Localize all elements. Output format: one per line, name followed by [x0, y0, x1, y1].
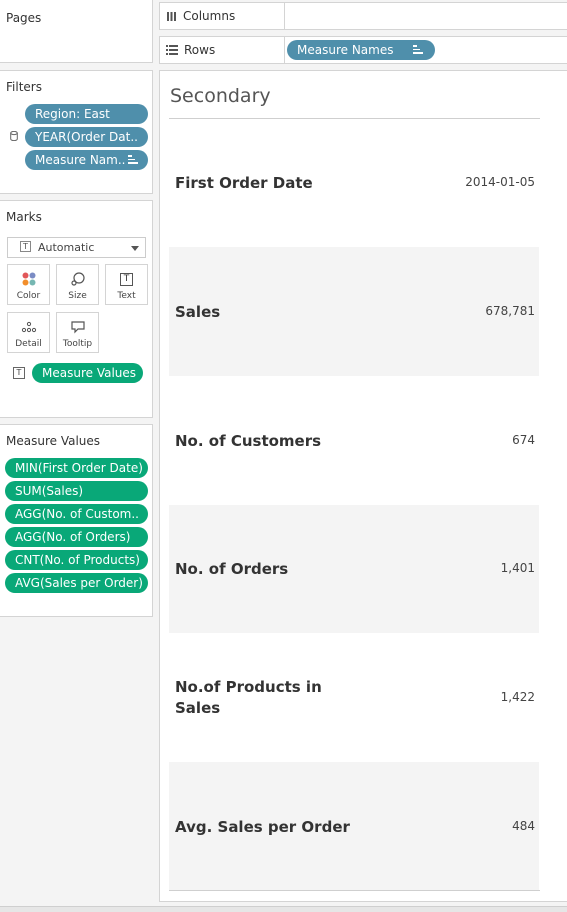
columns-shelf-divider [284, 3, 285, 29]
rows-shelf-divider [284, 37, 285, 63]
rows-measure-names-pill[interactable]: Measure Names [287, 40, 435, 60]
measure-value-pill[interactable]: AGG(No. of Custom.. [5, 504, 148, 524]
row-label: First Order Date [175, 174, 313, 192]
measure-values-title: Measure Values [6, 434, 101, 448]
row-value: 484 [512, 819, 535, 833]
measure-value-label: SUM(Sales) [15, 484, 84, 498]
size-label: Size [68, 291, 87, 301]
rows-label: Rows [184, 43, 216, 57]
row-label: No. of Orders [175, 560, 289, 578]
pages-title: Pages [6, 11, 42, 25]
measure-value-label: AVG(Sales per Order) [15, 576, 143, 590]
measure-value-label: MIN(First Order Date) [15, 461, 143, 475]
rows-shelf[interactable]: Rows Measure Names [159, 36, 567, 64]
tooltip-button[interactable]: Tooltip [56, 312, 99, 353]
measure-value-pill[interactable]: SUM(Sales) [5, 481, 148, 501]
rows-icon [166, 45, 178, 55]
measure-value-pill[interactable]: MIN(First Order Date) [5, 458, 148, 478]
filter-region-label: Region: East [35, 107, 110, 121]
filter-year-label: YEAR(Order Dat.. [35, 130, 138, 144]
measure-values-card[interactable]: Measure Values MIN(First Order Date) SUM… [0, 424, 153, 617]
sort-icon [128, 155, 138, 165]
size-button[interactable]: Size [56, 264, 99, 305]
sort-icon [413, 45, 423, 55]
row-label: No.of Products in Sales [175, 677, 322, 719]
tableau-worksheet: Pages Columns Rows Measure Names Filters… [0, 0, 567, 912]
table-row[interactable]: First Order Date 2014-01-05 [169, 119, 539, 247]
filters-card[interactable]: Filters Region: East YEAR(Order Dat.. Me… [0, 70, 153, 194]
chevron-down-icon [131, 246, 139, 251]
row-value: 678,781 [485, 304, 535, 318]
table-row[interactable]: Sales 678,781 [169, 247, 539, 376]
table-row[interactable]: No.of Products in Sales 1,422 [169, 633, 539, 762]
row-label: No. of Customers [175, 432, 322, 450]
marks-measure-values-pill[interactable]: Measure Values [32, 363, 143, 383]
size-icon [57, 268, 98, 290]
text-encoding-icon: T [13, 367, 25, 379]
filter-region-pill[interactable]: Region: East [25, 104, 148, 124]
columns-label: Columns [183, 9, 236, 23]
table-row[interactable]: No. of Customers 674 [169, 376, 539, 505]
color-icon [8, 268, 49, 290]
table-row[interactable]: No. of Orders 1,401 [169, 505, 539, 633]
row-label-line: Sales [175, 699, 221, 717]
text-label: Text [117, 291, 136, 301]
tooltip-label: Tooltip [62, 339, 93, 349]
columns-shelf[interactable]: Columns [159, 2, 567, 30]
detail-button[interactable]: Detail [7, 312, 50, 353]
row-label: Avg. Sales per Order [175, 818, 350, 836]
mark-type-icon: T [20, 241, 31, 252]
mark-type-dropdown[interactable]: T Automatic [7, 237, 146, 258]
table-row[interactable]: Avg. Sales per Order 484 [169, 762, 539, 891]
detail-label: Detail [15, 339, 42, 349]
sheet-tab-strip[interactable] [0, 906, 567, 912]
columns-shelf-label: Columns [166, 9, 235, 23]
columns-icon [167, 11, 176, 21]
filter-measure-names-pill[interactable]: Measure Nam.. [25, 150, 148, 170]
row-value: 1,401 [500, 561, 535, 575]
measure-value-pill[interactable]: AVG(Sales per Order) [5, 573, 148, 593]
filter-measure-names-label: Measure Nam.. [35, 153, 126, 167]
row-value: 1,422 [500, 690, 535, 704]
color-label: Color [16, 291, 41, 301]
rows-shelf-label: Rows [166, 43, 215, 57]
view-title: Secondary [170, 85, 271, 107]
rows-pill-label: Measure Names [297, 43, 394, 57]
filters-title: Filters [6, 80, 42, 94]
row-value: 2014-01-05 [465, 175, 535, 189]
marks-measure-values-label: Measure Values [42, 366, 137, 380]
text-icon: T [106, 268, 147, 290]
marks-title: Marks [6, 210, 42, 224]
mark-type-value: Automatic [38, 241, 95, 254]
database-icon [10, 131, 18, 141]
tooltip-icon [57, 316, 98, 338]
bottom-divider [169, 890, 540, 891]
marks-card[interactable]: Marks T Automatic Color Size T Text Deta… [0, 200, 153, 418]
measure-value-label: CNT(No. of Products) [15, 553, 140, 567]
row-label: Sales [175, 303, 221, 321]
measure-value-pill[interactable]: AGG(No. of Orders) [5, 527, 148, 547]
pages-card[interactable]: Pages [0, 0, 153, 63]
text-button[interactable]: T Text [105, 264, 148, 305]
measure-value-label: AGG(No. of Orders) [15, 530, 131, 544]
color-button[interactable]: Color [7, 264, 50, 305]
row-label-line: No.of Products in [175, 678, 322, 696]
measure-value-pill[interactable]: CNT(No. of Products) [5, 550, 148, 570]
row-value: 674 [512, 433, 535, 447]
measure-value-label: AGG(No. of Custom.. [15, 507, 139, 521]
detail-icon [8, 316, 49, 338]
filter-year-pill[interactable]: YEAR(Order Dat.. [25, 127, 148, 147]
